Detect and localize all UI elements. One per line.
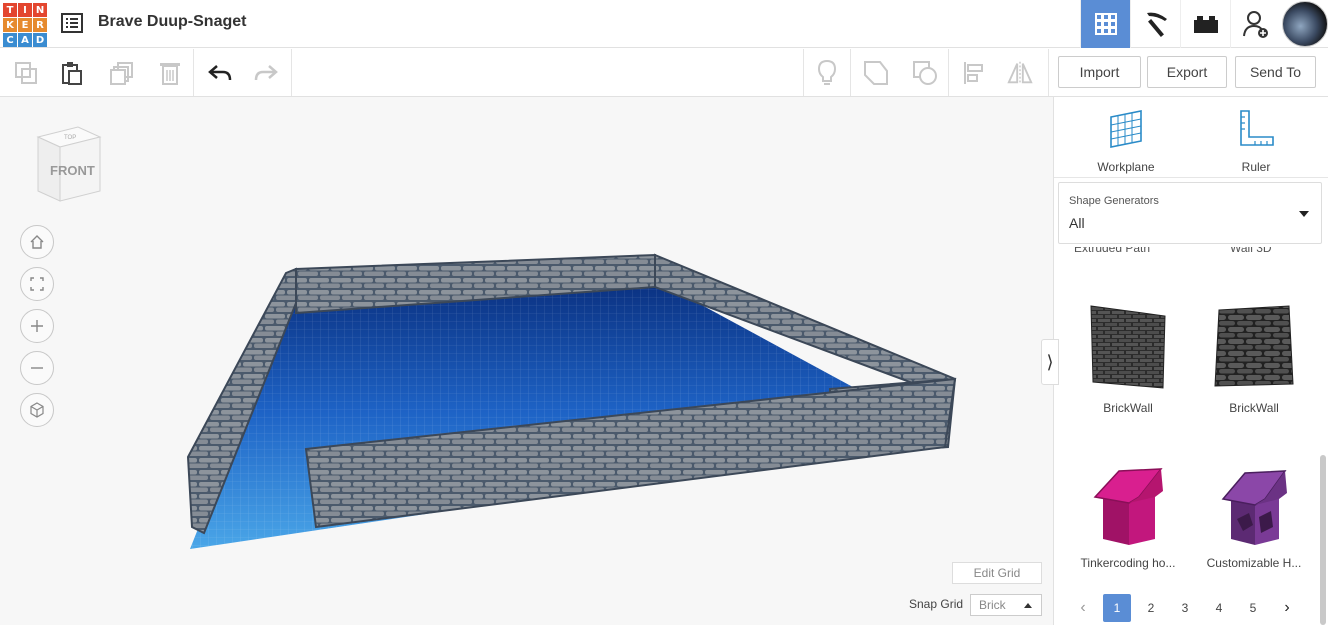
edit-toolbar: Import Export Send To — [0, 49, 1328, 97]
design-title[interactable]: Brave Duup-Snaget — [98, 13, 246, 31]
shape-name: BrickWall — [1103, 401, 1153, 415]
logo-letter: A — [18, 33, 32, 47]
pickaxe-icon[interactable] — [1130, 0, 1180, 48]
trash-icon[interactable] — [156, 59, 184, 87]
logo-letter: T — [3, 3, 17, 17]
prev-page-chevron-icon[interactable]: ‹ — [1066, 594, 1100, 622]
logo-letter: N — [33, 3, 47, 17]
view-cube-top-label: TOP — [64, 135, 76, 141]
3d-viewport[interactable]: FRONT TOP Edit Grid Snap Grid Brick — [0, 97, 1053, 625]
page-1[interactable]: 1 — [1103, 594, 1131, 622]
zoom-in-button[interactable] — [20, 309, 54, 343]
logo-letter: R — [33, 18, 47, 32]
logo-letter: C — [3, 33, 17, 47]
edit-grid-button[interactable]: Edit Grid — [952, 562, 1042, 584]
ruler-button[interactable]: Ruler — [1206, 109, 1306, 174]
shape-tinkercoding-house[interactable]: Tinkercoding ho... — [1064, 467, 1192, 570]
page-3[interactable]: 3 — [1168, 594, 1202, 622]
next-page-chevron-icon[interactable]: › — [1270, 594, 1304, 622]
brickwall-thumbnail — [1090, 305, 1166, 389]
logo-letter: D — [33, 33, 47, 47]
shape-name: BrickWall — [1229, 401, 1279, 415]
avatar[interactable] — [1282, 1, 1328, 47]
redo-icon[interactable] — [252, 59, 280, 87]
page-2[interactable]: 2 — [1134, 594, 1168, 622]
paste-icon[interactable] — [58, 59, 86, 87]
logo-letter: E — [18, 18, 32, 32]
ruler-label: Ruler — [1241, 160, 1271, 174]
caret-down-icon — [1299, 211, 1309, 217]
fit-view-button[interactable] — [20, 267, 54, 301]
top-right-nav — [1080, 0, 1328, 48]
view-cube[interactable]: FRONT TOP — [30, 123, 104, 208]
workplane-button[interactable]: Workplane — [1076, 109, 1176, 174]
list-icon[interactable] — [60, 11, 84, 35]
shape-customizable-house[interactable]: Customizable H... — [1190, 467, 1318, 570]
duplicate-icon[interactable] — [108, 59, 136, 87]
partial-shape-label-1: Extruded Path — [1074, 247, 1151, 255]
logo-letter: I — [18, 3, 32, 17]
shape-generators-value: All — [1069, 215, 1085, 231]
perspective-view-button[interactable] — [20, 393, 54, 427]
ruler-icon — [1240, 110, 1274, 146]
align-icon[interactable] — [960, 59, 988, 87]
ungroup-icon[interactable] — [911, 59, 939, 87]
snap-grid-label: Snap Grid — [909, 597, 964, 611]
shapes-panel: Workplane Ruler Shape Generators All Ext… — [1053, 97, 1328, 625]
shapes-pagination: ‹ 1 2 3 4 5 › — [1066, 593, 1304, 623]
import-button[interactable]: Import — [1058, 56, 1141, 88]
caret-up-icon — [1024, 603, 1032, 608]
house-thumbnail — [1093, 468, 1163, 545]
mirror-icon[interactable] — [1006, 59, 1034, 87]
shape-brickwall-1[interactable]: BrickWall — [1064, 302, 1192, 415]
house-thumbnail — [1221, 470, 1287, 545]
home-view-button[interactable] — [20, 225, 54, 259]
collapse-panel-chevron-icon[interactable]: ⟩ — [1041, 339, 1059, 385]
workplane-scene[interactable] — [0, 97, 1053, 625]
lightbulb-icon[interactable] — [813, 59, 841, 87]
workplane-icon — [1110, 110, 1142, 148]
group-icon[interactable] — [862, 59, 890, 87]
tinkercad-logo[interactable]: TIN KER CAD — [3, 3, 47, 47]
shape-generators-caption: Shape Generators — [1069, 195, 1159, 207]
brickwall-thumbnail — [1214, 305, 1294, 387]
page-5[interactable]: 5 — [1236, 594, 1270, 622]
partial-shape-label-2: Wall 3D — [1230, 247, 1272, 255]
send-to-button[interactable]: Send To — [1235, 56, 1316, 88]
copy-icon[interactable] — [12, 59, 40, 87]
logo-letter: K — [3, 18, 17, 32]
3d-design-grid-icon[interactable] — [1080, 0, 1130, 48]
shape-name: Tinkercoding ho... — [1080, 556, 1176, 570]
view-cube-front-label: FRONT — [50, 163, 95, 178]
shape-name: Customizable H... — [1206, 556, 1302, 570]
export-button[interactable]: Export — [1147, 56, 1227, 88]
shape-generators-select[interactable]: Shape Generators All — [1058, 182, 1322, 244]
top-bar: TIN KER CAD Brave Duup-Snaget — [0, 0, 1328, 48]
undo-icon[interactable] — [206, 59, 234, 87]
snap-grid-value: Brick — [979, 598, 1006, 612]
panel-scrollbar[interactable] — [1320, 455, 1326, 625]
brick-icon[interactable] — [1180, 0, 1230, 48]
zoom-out-button[interactable] — [20, 351, 54, 385]
user-add-icon[interactable] — [1230, 0, 1280, 48]
shape-brickwall-2[interactable]: BrickWall — [1190, 302, 1318, 415]
snap-grid-select[interactable]: Brick — [970, 594, 1042, 616]
page-4[interactable]: 4 — [1202, 594, 1236, 622]
workplane-label: Workplane — [1097, 160, 1155, 174]
